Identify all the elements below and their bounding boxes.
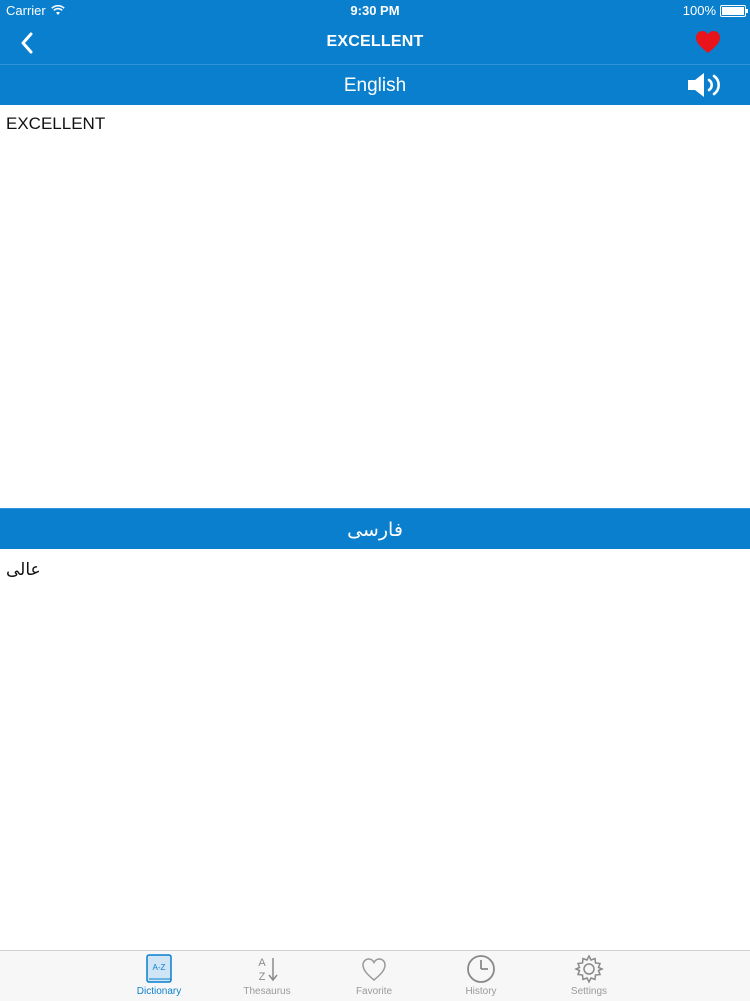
farsi-header-label: فارسی [347,520,403,541]
tab-bar: A-Z Dictionary A Z Thesaurus Favorite Hi… [0,950,750,1001]
status-right: 100% [682,3,748,18]
dictionary-icon: A-Z [146,954,172,983]
nav-bar: EXCELLENT [0,22,750,64]
battery-icon [720,4,748,17]
tab-favorite-label: Favorite [355,986,393,997]
english-header-label: English [343,75,407,96]
tab-dictionary[interactable]: A-Z Dictionary [129,953,189,999]
tab-thesaurus[interactable]: A Z Thesaurus [237,953,297,999]
tab-settings[interactable]: Settings [559,953,619,999]
thesaurus-icon: A Z [258,957,278,983]
tab-history-label: History [465,986,497,997]
farsi-translation-text: عالی [6,560,41,579]
tab-history[interactable]: History [451,953,511,999]
tab-thesaurus-label: Thesaurus [243,986,291,997]
tab-dictionary-label: Dictionary [136,986,182,997]
battery-percent: 100% [682,3,716,18]
farsi-section-header: فارسی [0,508,750,549]
status-time: 9:30 PM [350,3,400,18]
heart-outline-icon [362,958,386,981]
english-section-header: English [0,64,750,105]
status-bar: Carrier 9:30 PM 100% [0,0,750,22]
favorite-heart-icon[interactable] [694,28,722,56]
page-title: EXCELLENT [326,33,424,50]
svg-text:A: A [258,957,266,969]
speaker-icon[interactable] [686,71,732,99]
tab-favorite[interactable]: Favorite [344,953,404,999]
gear-icon [574,954,604,984]
clock-icon [467,955,495,983]
tab-settings-label: Settings [570,986,608,997]
english-word-text: EXCELLENT [6,114,106,133]
svg-text:Z: Z [259,971,266,983]
svg-text:A-Z: A-Z [153,963,166,972]
